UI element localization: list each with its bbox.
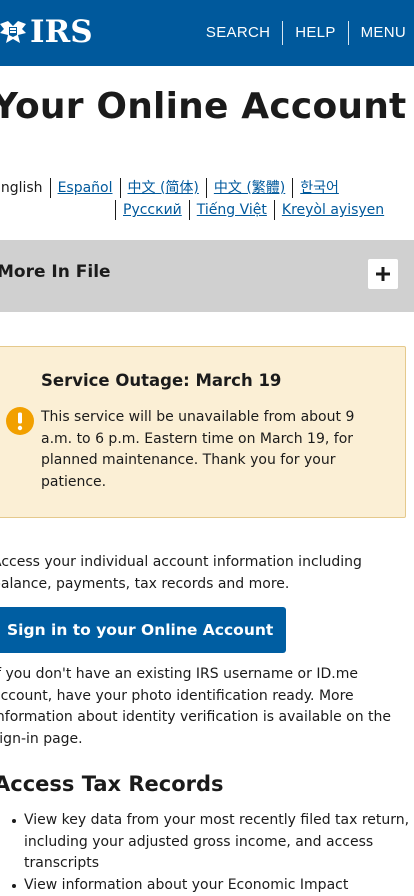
language-current: English [0, 180, 43, 196]
language-link-russian[interactable]: Русский [123, 198, 182, 222]
language-row: English Español 中文 (简体) 中文 (繁體) 한국어 [0, 176, 339, 200]
sign-in-button[interactable]: Sign in to your Online Account [0, 607, 286, 653]
plus-icon [376, 267, 390, 281]
exclamation-circle-icon [6, 407, 34, 435]
language-divider [115, 200, 116, 220]
language-divider [119, 178, 121, 198]
language-link-spanish[interactable]: Español [58, 176, 113, 200]
nav-divider [282, 21, 284, 45]
alert-title: Service Outage: March 19 [41, 371, 282, 390]
language-divider [205, 178, 207, 198]
eagle-logo-icon [0, 21, 26, 43]
logo-text: IRS [30, 14, 93, 50]
top-nav: SEARCH HELP MENU [194, 20, 414, 46]
identity-help-text: If you don't have an existing IRS userna… [0, 666, 392, 747]
nav-divider [347, 21, 349, 45]
intro-text: Access your individual account informati… [0, 554, 362, 592]
section-title-tax-records: Access Tax Records [0, 772, 224, 796]
language-link-haitian-creole[interactable]: Kreyòl ayisyen [282, 198, 384, 222]
language-divider [49, 178, 51, 198]
irs-logo[interactable]: IRS [0, 12, 93, 52]
service-outage-alert: Service Outage: March 19 This service wi… [0, 346, 406, 518]
list-item: View information about your Economic Imp… [12, 875, 414, 896]
nav-help[interactable]: HELP [283, 20, 347, 46]
tax-records-list: View key data from your most recently fi… [12, 810, 414, 896]
language-divider [188, 200, 190, 220]
language-link-chinese-traditional[interactable]: 中文 (繁體) [214, 176, 285, 200]
page-title: Your Online Account [0, 86, 407, 127]
more-in-file-label: More In File [0, 262, 111, 282]
language-link-chinese-simplified[interactable]: 中文 (简体) [128, 176, 199, 200]
language-divider [292, 178, 294, 198]
expand-button[interactable] [368, 259, 398, 289]
top-header: IRS SEARCH HELP MENU [0, 0, 414, 66]
nav-search[interactable]: SEARCH [194, 20, 282, 46]
language-row: Русский Tiếng Việt Kreyòl ayisyen [108, 198, 384, 222]
alert-body: This service will be unavailable from ab… [41, 409, 355, 490]
nav-menu[interactable]: MENU [349, 20, 414, 46]
language-divider [273, 200, 275, 220]
language-link-vietnamese[interactable]: Tiếng Việt [197, 198, 267, 222]
language-link-korean[interactable]: 한국어 [300, 176, 339, 200]
list-item: View key data from your most recently fi… [12, 810, 414, 875]
more-in-file-accordion[interactable]: More In File [0, 240, 414, 312]
